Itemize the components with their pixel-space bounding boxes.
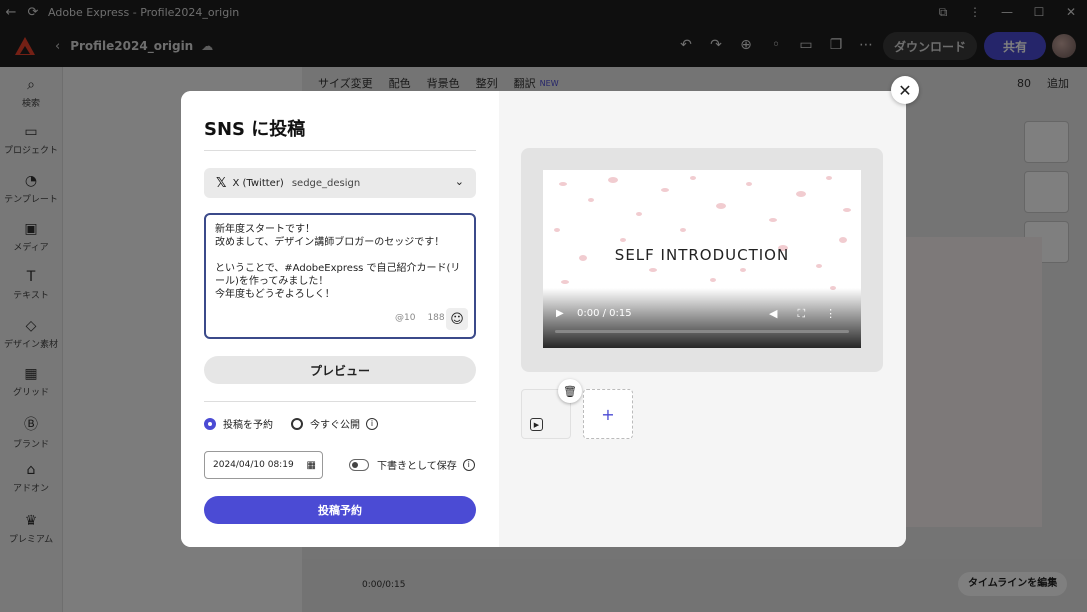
x-logo-icon: 𝕏 (216, 175, 227, 191)
divider (204, 401, 476, 402)
video-frame: SELF INTRODUCTION ▶ 0:00 / 0:15 ◀ ⛶ ⋮ (521, 148, 883, 372)
datetime-value: 2024/04/10 08:19 (213, 460, 294, 470)
video-clip-icon: ▶ (530, 418, 543, 431)
chevron-down-icon: ⌄ (454, 175, 464, 188)
video-progress-bar[interactable] (555, 330, 849, 333)
datetime-field[interactable]: 2024/04/10 08:19 ▦ (204, 451, 323, 479)
account-select[interactable]: 𝕏 X (Twitter) sedge_design ⌄ (204, 168, 476, 198)
divider (204, 150, 476, 151)
sns-post-dialog: SNS に投稿 𝕏 X (Twitter) sedge_design ⌄ 新年度… (181, 91, 906, 547)
schedule-radio[interactable] (204, 417, 216, 430)
char-count: 188 (427, 313, 445, 323)
video-title: SELF INTRODUCTION (614, 246, 790, 264)
mention-count: @10 (395, 313, 416, 323)
draft-toggle[interactable] (349, 458, 369, 471)
fullscreen-icon[interactable]: ⛶ (797, 307, 805, 321)
post-form: SNS に投稿 𝕏 X (Twitter) sedge_design ⌄ 新年度… (181, 91, 499, 547)
info-icon[interactable]: i (462, 458, 475, 471)
calendar-icon[interactable]: ▦ (307, 460, 316, 471)
trash-icon[interactable]: 🗑 (558, 379, 582, 403)
emoji-icon[interactable]: ☺ (446, 308, 468, 330)
account-network: X (Twitter) (232, 177, 284, 189)
schedule-label[interactable]: 投稿を予約 (223, 416, 273, 431)
more-vertical-icon[interactable]: ⋮ (825, 307, 836, 321)
account-handle: sedge_design (291, 177, 361, 189)
publish-options: 投稿を予約 今すぐ公開 i (204, 416, 378, 431)
play-icon[interactable]: ▶ (556, 308, 564, 319)
post-counts: @10 188 (395, 313, 445, 323)
volume-icon[interactable]: ◀ (769, 307, 777, 321)
draft-label[interactable]: 下書きとして保存 (377, 457, 457, 472)
video-player[interactable]: SELF INTRODUCTION ▶ 0:00 / 0:15 ◀ ⛶ ⋮ (543, 170, 861, 348)
draft-option: 下書きとして保存 i (349, 457, 475, 472)
dialog-title: SNS に投稿 (204, 119, 306, 140)
publish-now-radio[interactable] (291, 417, 303, 430)
info-icon[interactable]: i (366, 417, 378, 430)
preview-button[interactable]: プレビュー (204, 356, 476, 384)
close-dialog-button[interactable]: ✕ (891, 76, 919, 104)
schedule-post-button[interactable]: 投稿予約 (204, 496, 476, 524)
media-preview-panel: SELF INTRODUCTION ▶ 0:00 / 0:15 ◀ ⛶ ⋮ ▶ … (499, 91, 906, 547)
video-time: 0:00 / 0:15 (577, 308, 632, 319)
add-media-button[interactable]: + (583, 389, 633, 439)
publish-now-label[interactable]: 今すぐ公開 (310, 416, 360, 431)
